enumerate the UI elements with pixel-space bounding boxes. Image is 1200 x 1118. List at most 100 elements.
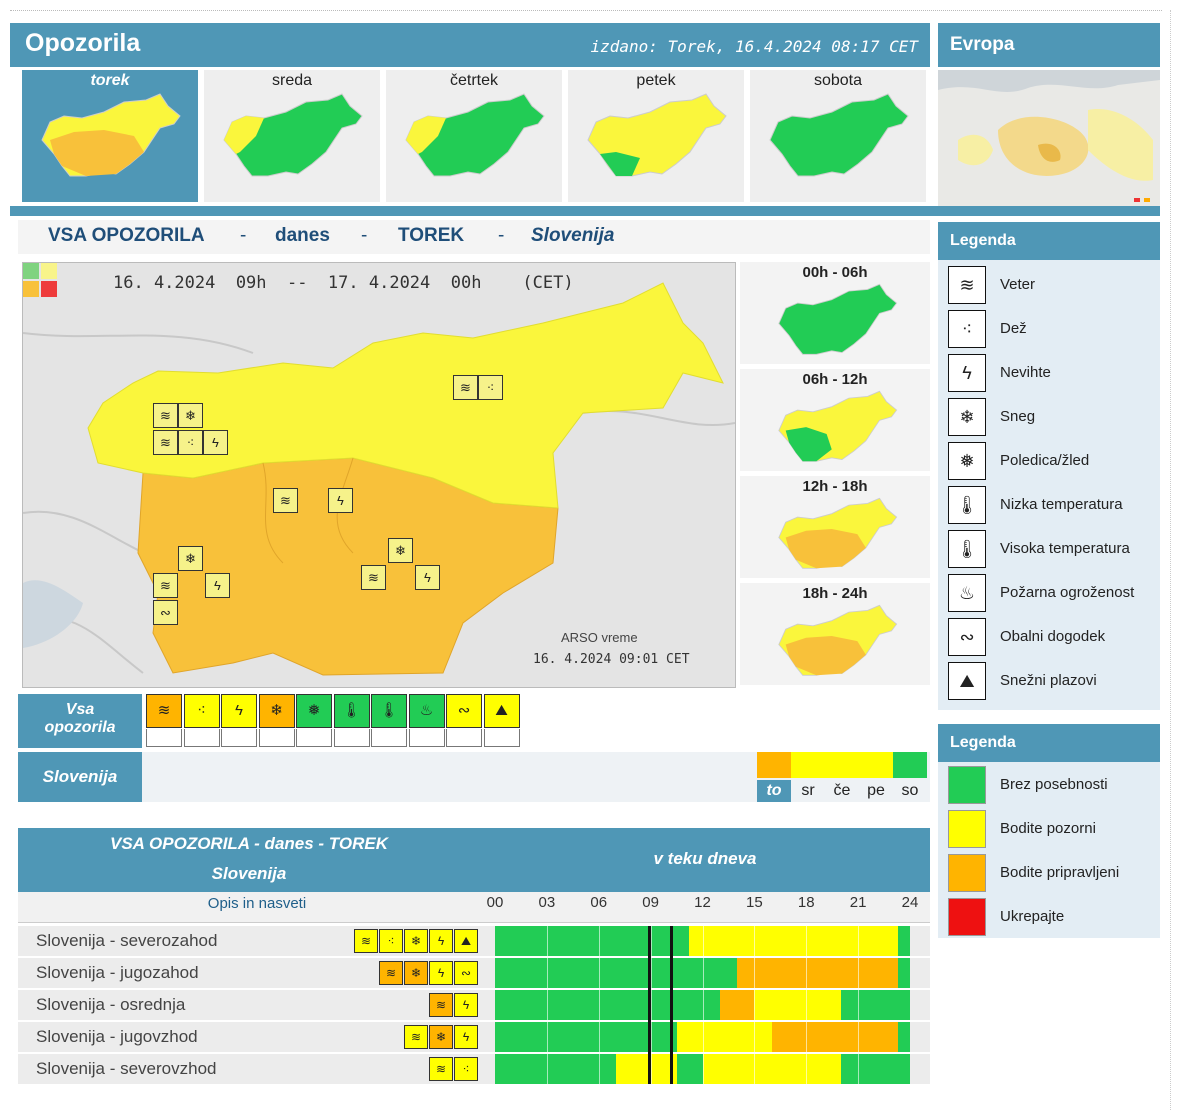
day-card-petek[interactable]: petek bbox=[568, 70, 744, 202]
region-name: Slovenija - severovzhod bbox=[36, 1059, 217, 1078]
lightning-icon: ϟ bbox=[205, 573, 230, 598]
row-icons: ≋ ❄ ϟ bbox=[403, 1025, 478, 1049]
period-map-2[interactable]: 12h - 18h bbox=[740, 476, 930, 578]
timeline-gridline bbox=[702, 1054, 704, 1084]
wind-icon: ≋ bbox=[273, 488, 298, 513]
filter-rain-icon[interactable]: ⁖ bbox=[183, 694, 220, 728]
filter-ice-icon[interactable]: ❅ bbox=[296, 694, 332, 728]
filter-lightning-icon[interactable]: ϟ bbox=[221, 694, 257, 728]
day-switch-swatch[interactable] bbox=[859, 752, 893, 778]
timeline-gridline bbox=[546, 990, 548, 1020]
period-map-3[interactable]: 18h - 24h bbox=[740, 583, 930, 685]
timeline-gridline bbox=[546, 958, 548, 988]
europe-header[interactable]: Evropa bbox=[938, 23, 1160, 67]
period-map-0[interactable]: 00h - 06h bbox=[740, 262, 930, 364]
legend-item-snow: ❄ Sneg bbox=[948, 398, 1158, 438]
day-card-četrtek[interactable]: četrtek bbox=[386, 70, 562, 202]
wind-icon: ≋ bbox=[153, 403, 178, 428]
hour-label: 24 bbox=[901, 894, 919, 911]
day-switch-swatch[interactable] bbox=[791, 752, 825, 778]
table-row[interactable]: Slovenija - jugozahod ≋ ❄ ϟ ∾ bbox=[18, 958, 930, 988]
timeline-gridline bbox=[598, 958, 600, 988]
filter-low-temperature-icon[interactable]: 🌡 bbox=[333, 694, 370, 728]
section-sep-3: - bbox=[498, 225, 505, 246]
day-switch-so[interactable]: so bbox=[893, 780, 927, 802]
filter-checkbox[interactable] bbox=[296, 729, 332, 747]
snow-icon: ❄ bbox=[178, 546, 203, 571]
table-row[interactable]: Slovenija - osrednja ≋ ϟ bbox=[18, 990, 930, 1020]
day-card-sreda[interactable]: sreda bbox=[204, 70, 380, 202]
timeline-segment bbox=[719, 990, 755, 1020]
level-swatch bbox=[948, 766, 986, 804]
filter-checkbox[interactable] bbox=[258, 729, 295, 747]
filter-checkbox[interactable] bbox=[221, 729, 257, 747]
legend-item-rain: ⁖ Dež bbox=[948, 310, 1158, 350]
mini-map bbox=[41, 93, 181, 177]
filter-wave-icon[interactable]: ∾ bbox=[446, 694, 482, 728]
low-temperature-icon: 🌡 bbox=[948, 486, 986, 524]
slovenia-map-image bbox=[23, 263, 735, 687]
rain-icon: ⁖ bbox=[379, 929, 403, 953]
timeline-gridline bbox=[754, 1054, 756, 1084]
section-sep-1: - bbox=[240, 225, 247, 246]
filter-avalanche-icon[interactable]: ⛰ bbox=[483, 694, 520, 728]
day-switch-sr[interactable]: sr bbox=[791, 780, 825, 802]
table-row[interactable]: Slovenija - severovzhod ≋ ⁖ bbox=[18, 1054, 930, 1084]
day-switch-swatch[interactable] bbox=[825, 752, 859, 778]
filter-checkbox[interactable] bbox=[371, 729, 407, 747]
filter-checkbox[interactable] bbox=[333, 729, 370, 747]
filter-wind-icon[interactable]: ≋ bbox=[146, 694, 182, 728]
day-card-sobota[interactable]: sobota bbox=[750, 70, 926, 202]
avalanche-icon: ⛰ bbox=[948, 662, 986, 700]
day-switch-pe[interactable]: pe bbox=[859, 780, 893, 802]
timeline-gridline bbox=[702, 958, 704, 988]
table-row[interactable]: Slovenija - jugovzhod ≋ ❄ ϟ bbox=[18, 1022, 930, 1052]
day-switch-swatch[interactable] bbox=[893, 752, 927, 778]
timeline-gridline bbox=[858, 1054, 860, 1084]
all-warnings-button[interactable]: Vsa opozorila bbox=[18, 694, 142, 748]
day-switch-to[interactable]: to bbox=[757, 780, 791, 802]
legend-item-label: Nevihte bbox=[1000, 364, 1051, 381]
table-title-line1: VSA OPOZORILA - danes - TOREK bbox=[109, 834, 388, 853]
filter-high-temperature-icon[interactable]: 🌡 bbox=[371, 694, 407, 728]
row-icons: ≋ ⁖ bbox=[428, 1057, 478, 1081]
timeline-gridline bbox=[858, 1022, 860, 1052]
region-button[interactable]: Slovenija bbox=[18, 752, 142, 802]
filter-snow-icon[interactable]: ❄ bbox=[258, 694, 295, 728]
europe-map[interactable] bbox=[938, 70, 1160, 206]
timeline-gridline bbox=[702, 990, 704, 1020]
timeline-segment bbox=[897, 958, 910, 988]
level-swatch bbox=[948, 898, 986, 936]
day-switch-swatch[interactable] bbox=[757, 752, 791, 778]
filter-checkbox[interactable] bbox=[146, 729, 182, 747]
filter-checkbox[interactable] bbox=[446, 729, 482, 747]
filter-checkbox[interactable] bbox=[408, 729, 445, 747]
timeline-gridline bbox=[806, 1022, 808, 1052]
lightning-icon: ϟ bbox=[454, 993, 478, 1017]
day-label: sobota bbox=[813, 72, 863, 89]
filter-checkbox[interactable] bbox=[483, 729, 520, 747]
mini-map bbox=[587, 93, 727, 177]
description-link[interactable]: Opis in nasveti bbox=[18, 892, 496, 916]
timeline-gridline bbox=[754, 1022, 756, 1052]
legend-item-fire: ♨ Požarna ogroženost bbox=[948, 574, 1158, 614]
legend-types-title: Legenda bbox=[950, 232, 1016, 249]
section-today: danes bbox=[275, 225, 330, 246]
period-map-1[interactable]: 06h - 12h bbox=[740, 369, 930, 471]
wind-icon: ≋ bbox=[354, 929, 378, 953]
table-row[interactable]: Slovenija - severozahod ≋ ⁖ ❄ ϟ ⛰ bbox=[18, 926, 930, 956]
day-card-torek[interactable]: torek bbox=[22, 70, 198, 202]
filter-fire-icon[interactable]: ♨ bbox=[408, 694, 445, 728]
lightning-icon: ϟ bbox=[948, 354, 986, 392]
filter-checkbox[interactable] bbox=[183, 729, 220, 747]
timeline-gridline bbox=[546, 1054, 548, 1084]
mini-map bbox=[778, 497, 898, 569]
section-divider bbox=[10, 206, 1160, 216]
timeline-gridline bbox=[598, 1054, 600, 1084]
timeline-segment bbox=[897, 1022, 910, 1052]
right-divider bbox=[1170, 10, 1171, 1110]
day-switch-če[interactable]: če bbox=[825, 780, 859, 802]
avalanche-icon: ⛰ bbox=[454, 929, 478, 953]
main-warning-map[interactable]: 16. 4.2024 09h -- 17. 4.2024 00h (CET) A… bbox=[22, 262, 736, 688]
header-bar: Opozorila izdano: Torek, 16.4.2024 08:17… bbox=[10, 23, 930, 67]
